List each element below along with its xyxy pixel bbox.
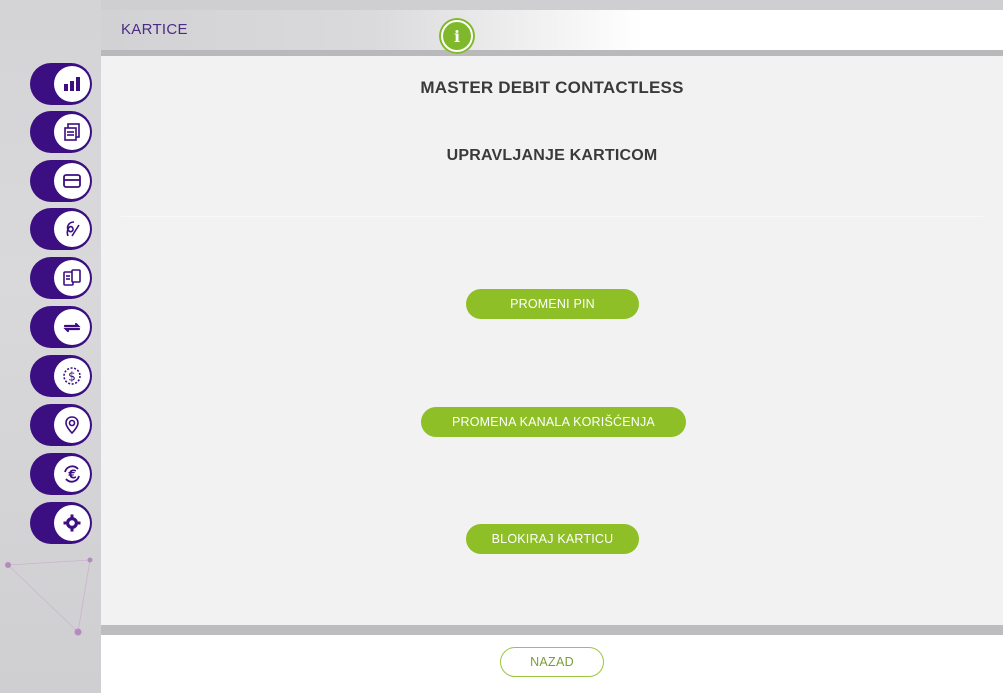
sidebar-item-exchange[interactable]: € (30, 453, 92, 495)
svg-text:€: € (67, 468, 76, 482)
sidebar-item-locations[interactable] (30, 404, 92, 446)
card-title: MASTER DEBIT CONTACTLESS (420, 78, 684, 97)
change-channel-button[interactable]: PROMENA KANALA KORIŠĆENJA (421, 407, 686, 437)
back-button[interactable]: NAZAD (500, 647, 604, 677)
footer-separator (101, 625, 1003, 635)
section-title: UPRAVLJANJE KARTICOM (446, 147, 658, 164)
sidebar-item-reports[interactable] (30, 63, 92, 105)
svg-text:$: $ (68, 370, 76, 384)
info-icon[interactable]: i (439, 18, 475, 54)
transfer-icon (54, 309, 90, 345)
devices-icon (54, 260, 90, 296)
header-bar: KARTICE (101, 10, 1003, 56)
sidebar-item-signature[interactable] (30, 208, 92, 250)
change-pin-button[interactable]: PROMENI PIN (466, 289, 639, 319)
documents-icon (54, 114, 90, 150)
sidebar-item-cards[interactable] (30, 160, 92, 202)
sidebar-item-documents[interactable] (30, 111, 92, 153)
signature-icon (54, 211, 90, 247)
dollar-circle-icon: $ (54, 358, 90, 394)
divider (121, 216, 983, 217)
location-pin-icon (54, 407, 90, 443)
bar-chart-icon (54, 66, 90, 102)
sidebar: $ € (0, 0, 101, 693)
sidebar-item-payments[interactable]: $ (30, 355, 92, 397)
block-card-button[interactable]: BLOKIRAJ KARTICU (466, 524, 639, 554)
sidebar-item-devices[interactable] (30, 257, 92, 299)
credit-card-icon (54, 163, 90, 199)
top-strip (0, 0, 1003, 10)
sidebar-item-settings[interactable] (30, 502, 92, 544)
sidebar-item-transfers[interactable] (30, 306, 92, 348)
header-title: KARTICE (121, 21, 188, 38)
main-panel: MASTER DEBIT CONTACTLESS UPRAVLJANJE KAR… (101, 56, 1003, 625)
footer: NAZAD (101, 635, 1003, 693)
gear-icon (54, 505, 90, 541)
euro-exchange-icon: € (54, 456, 90, 492)
